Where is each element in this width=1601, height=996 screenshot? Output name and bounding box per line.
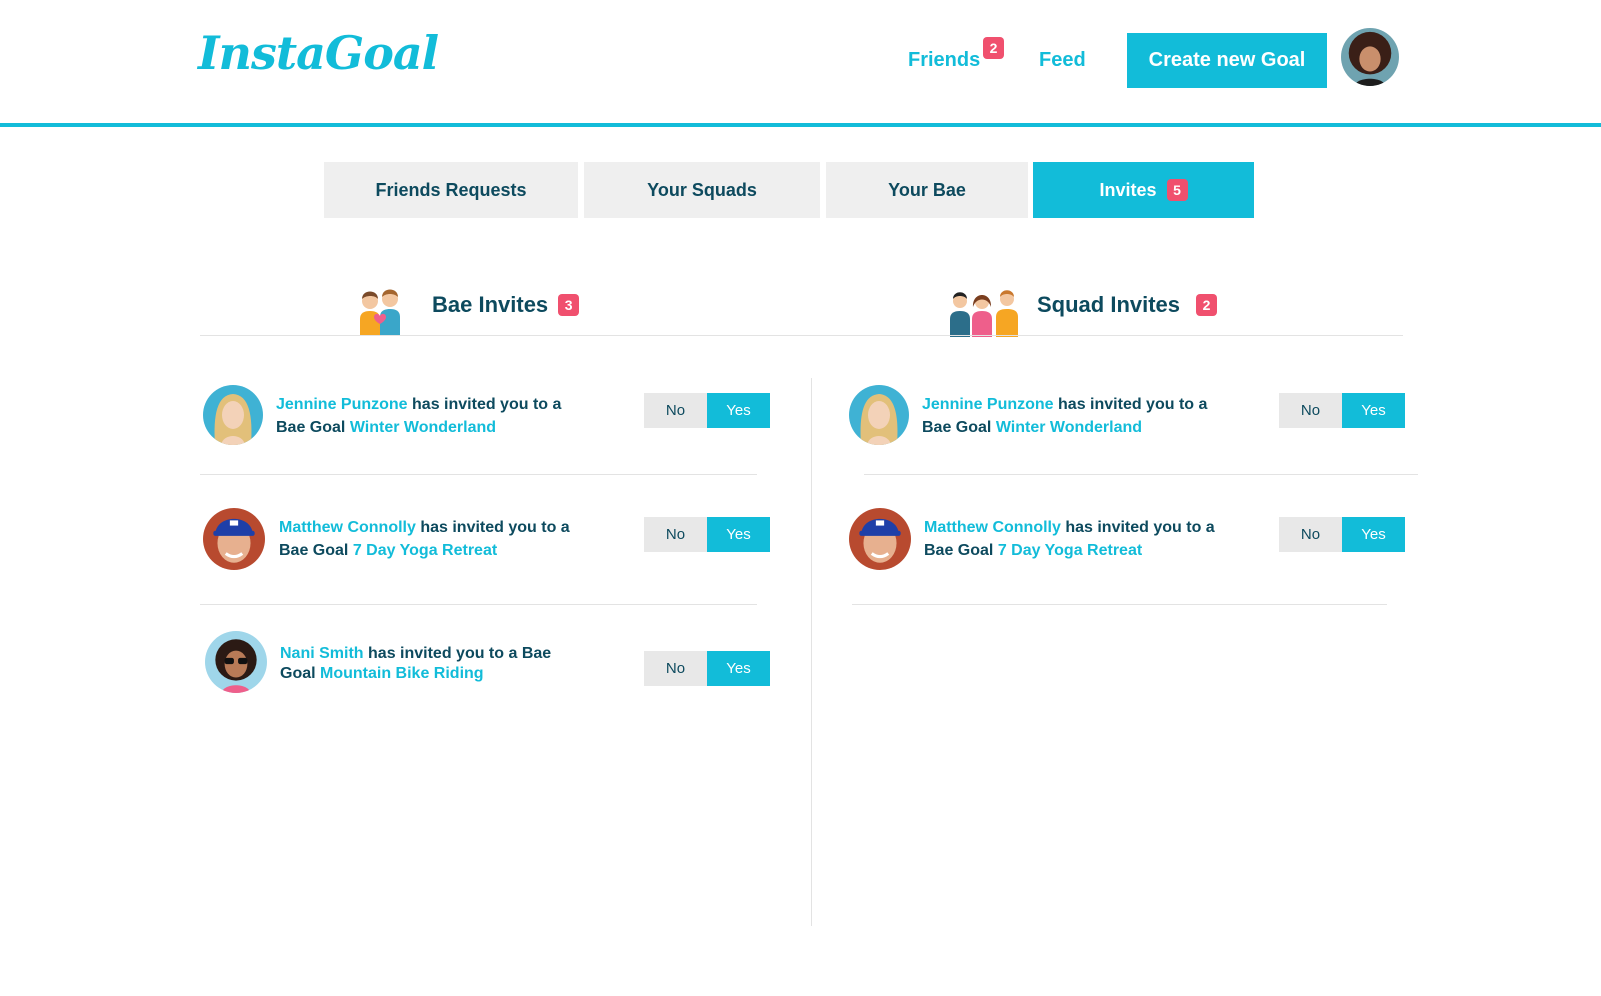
squad-invites-count-badge: 2 bbox=[1196, 294, 1218, 316]
tab-label: Friends Requests bbox=[375, 179, 527, 200]
invite-actions: No Yes bbox=[644, 651, 770, 686]
bae-invite-item: Nani Smith has invited you to a Bae Goal… bbox=[205, 631, 775, 701]
app-logo[interactable]: InstaGoal bbox=[198, 26, 439, 80]
inviter-avatar[interactable] bbox=[203, 508, 265, 570]
tab-your-bae[interactable]: Your Bae bbox=[826, 162, 1028, 218]
row-divider bbox=[864, 474, 1418, 475]
inviter-avatar[interactable] bbox=[849, 508, 911, 570]
invite-message: Jennine Punzone has invited you to a Bae… bbox=[922, 393, 1212, 439]
decline-button[interactable]: No bbox=[644, 393, 707, 428]
invite-message: Matthew Connolly has invited you to a Ba… bbox=[924, 516, 1224, 562]
goal-name-link[interactable]: Winter Wonderland bbox=[996, 419, 1142, 436]
squad-invite-item: Jennine Punzone has invited you to a Bae… bbox=[849, 385, 1419, 455]
bae-invites-heading: Bae Invites 3 bbox=[432, 292, 580, 318]
invite-actions: No Yes bbox=[1279, 393, 1405, 428]
tab-invites[interactable]: Invites 5 bbox=[1033, 162, 1254, 218]
bae-invites-count-badge: 3 bbox=[558, 294, 580, 316]
invite-actions: No Yes bbox=[1279, 517, 1405, 552]
bae-invite-item: Jennine Punzone has invited you to a Bae… bbox=[203, 385, 773, 455]
invite-message: Nani Smith has invited you to a Bae Goal… bbox=[280, 644, 560, 684]
inviter-name-link[interactable]: Matthew Connolly bbox=[924, 519, 1061, 536]
bae-invite-item: Matthew Connolly has invited you to a Ba… bbox=[203, 508, 773, 578]
squad-illustration bbox=[950, 290, 1018, 337]
goal-name-link[interactable]: 7 Day Yoga Retreat bbox=[353, 542, 497, 559]
inviter-name-link[interactable]: Matthew Connolly bbox=[279, 519, 416, 536]
invites-count-badge: 5 bbox=[1166, 179, 1188, 201]
row-divider bbox=[200, 474, 757, 475]
invite-actions: No Yes bbox=[644, 517, 770, 552]
row-divider bbox=[200, 604, 757, 605]
tab-label: Your Squads bbox=[647, 179, 757, 200]
goal-name-link[interactable]: Winter Wonderland bbox=[350, 419, 496, 436]
invite-message: Matthew Connolly has invited you to a Ba… bbox=[279, 516, 579, 562]
header-divider bbox=[0, 123, 1601, 127]
tab-label: Your Bae bbox=[888, 179, 966, 200]
couple-illustration bbox=[360, 289, 400, 335]
tab-friends-requests[interactable]: Friends Requests bbox=[324, 162, 578, 218]
create-new-goal-button[interactable]: Create new Goal bbox=[1127, 33, 1327, 88]
decline-button[interactable]: No bbox=[644, 517, 707, 552]
goal-name-link[interactable]: 7 Day Yoga Retreat bbox=[998, 542, 1142, 559]
inviter-avatar[interactable] bbox=[205, 631, 267, 693]
squad-invites-title: Squad Invites bbox=[1037, 292, 1181, 317]
invite-message: Jennine Punzone has invited you to a Bae… bbox=[276, 393, 566, 439]
column-divider bbox=[811, 378, 812, 926]
user-avatar[interactable] bbox=[1341, 28, 1399, 86]
nav-friends-link[interactable]: Friends bbox=[908, 49, 980, 72]
inviter-avatar[interactable] bbox=[849, 385, 909, 445]
bae-invites-title: Bae Invites bbox=[432, 292, 549, 317]
decline-button[interactable]: No bbox=[1279, 393, 1342, 428]
inviter-avatar[interactable] bbox=[203, 385, 263, 445]
accept-button[interactable]: Yes bbox=[707, 517, 770, 552]
section-divider bbox=[200, 335, 1403, 336]
accept-button[interactable]: Yes bbox=[707, 651, 770, 686]
decline-button[interactable]: No bbox=[1279, 517, 1342, 552]
squad-invite-item: Matthew Connolly has invited you to a Ba… bbox=[849, 508, 1419, 578]
row-divider bbox=[852, 604, 1387, 605]
tab-your-squads[interactable]: Your Squads bbox=[584, 162, 820, 218]
inviter-name-link[interactable]: Jennine Punzone bbox=[276, 396, 408, 413]
accept-button[interactable]: Yes bbox=[1342, 517, 1405, 552]
decline-button[interactable]: No bbox=[644, 651, 707, 686]
nav-feed-link[interactable]: Feed bbox=[1039, 49, 1086, 72]
tab-label: Invites bbox=[1099, 179, 1157, 200]
inviter-name-link[interactable]: Jennine Punzone bbox=[922, 396, 1054, 413]
accept-button[interactable]: Yes bbox=[707, 393, 770, 428]
accept-button[interactable]: Yes bbox=[1342, 393, 1405, 428]
goal-name-link[interactable]: Mountain Bike Riding bbox=[320, 665, 484, 682]
invite-actions: No Yes bbox=[644, 393, 770, 428]
inviter-name-link[interactable]: Nani Smith bbox=[280, 645, 364, 662]
friends-notification-badge: 2 bbox=[983, 37, 1004, 59]
squad-invites-heading: Squad Invites 2 bbox=[1037, 292, 1218, 318]
